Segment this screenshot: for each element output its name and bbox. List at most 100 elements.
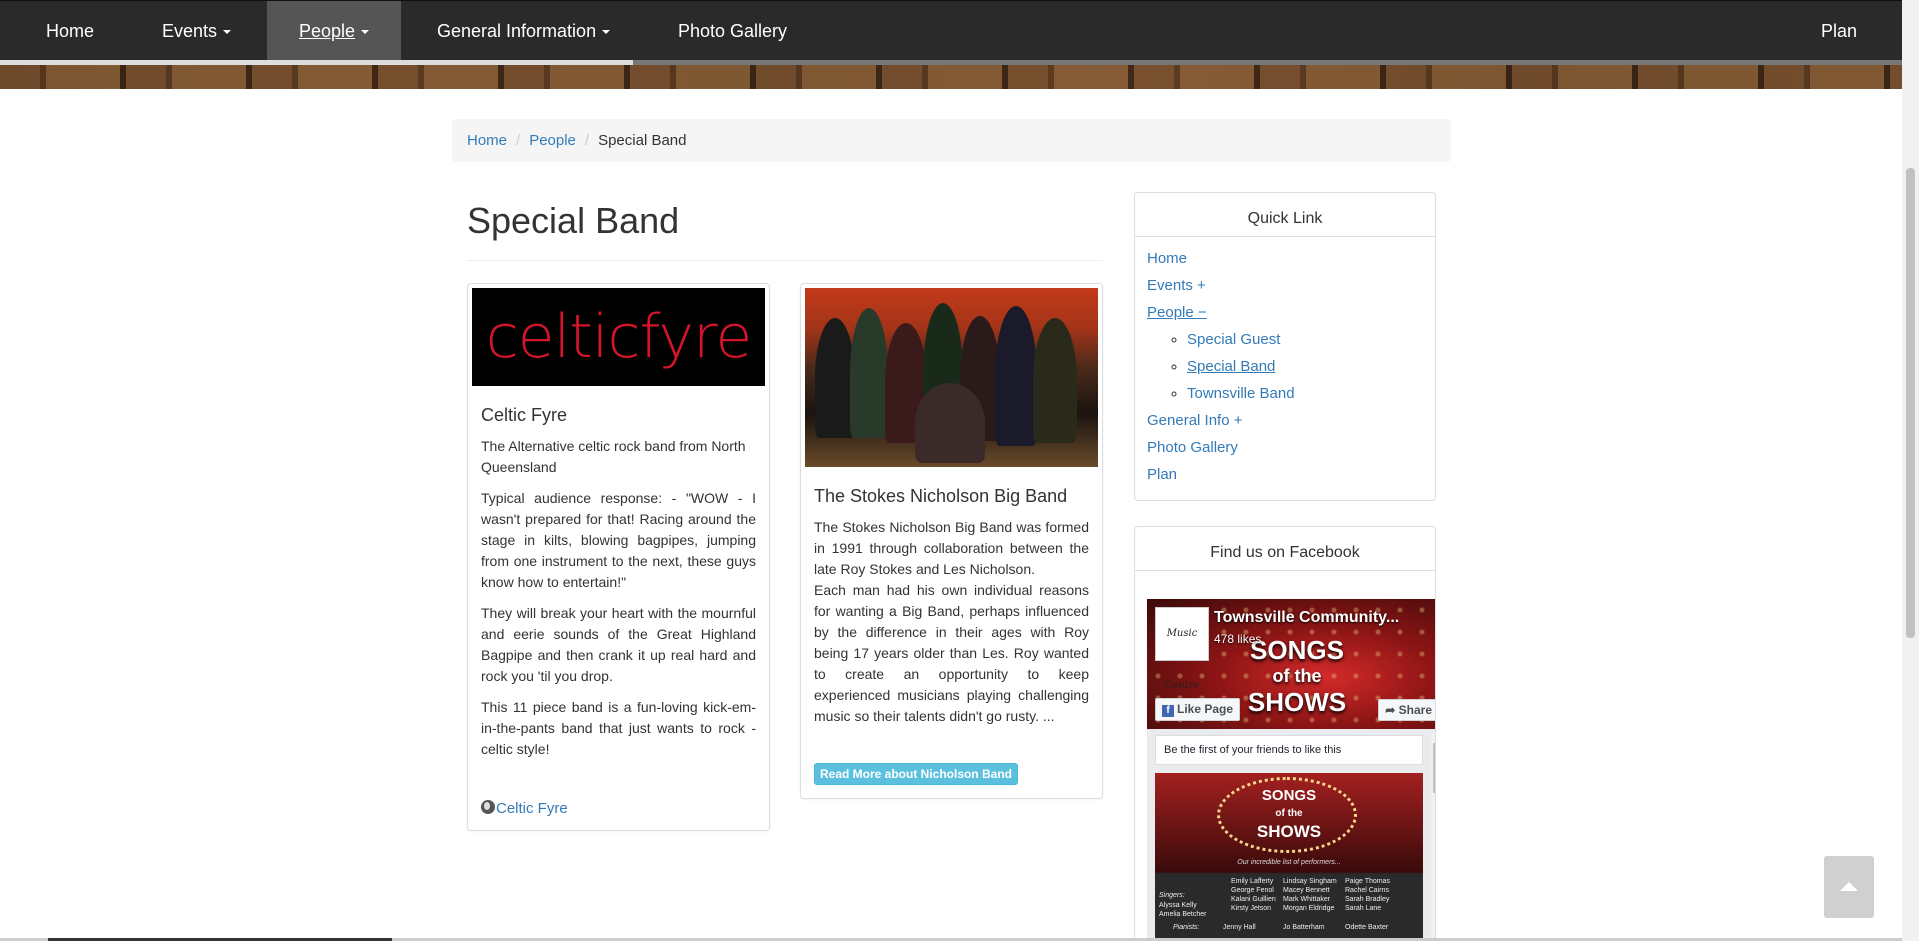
quick-link-general-info[interactable]: General Info + [1147, 412, 1242, 429]
poster-name: Rachel Cairns [1345, 887, 1389, 894]
quick-link-home[interactable]: Home [1147, 250, 1187, 267]
card-paragraph: This 11 piece band is a fun-loving kick-… [481, 699, 756, 757]
nav-events-label: Events [162, 21, 218, 41]
quick-link-townsville-band[interactable]: Townsville Band [1187, 385, 1295, 402]
page-scroll-thumb[interactable] [1906, 168, 1915, 638]
facebook-feed-scrollbar[interactable] [1431, 733, 1435, 941]
poster-name: Sarah Lane [1345, 905, 1382, 912]
quick-link-item: General Info + [1147, 407, 1423, 434]
scroll-progress-bar [0, 60, 1902, 65]
caret-down-icon [361, 30, 370, 35]
quick-link-people[interactable]: People − [1147, 304, 1207, 321]
poster-title-line: SONGS [1261, 787, 1317, 804]
read-more-nicholson-button[interactable]: Read More about Nicholson Band [814, 763, 1019, 785]
caret-down-icon [602, 30, 611, 35]
band-card-stokes-nicholson: The Stokes Nicholson Big Band The Stokes… [800, 283, 1103, 799]
card-body: Celtic Fyre The Alternative celtic rock … [472, 386, 765, 826]
poster-name: Kirsty Jetson [1231, 905, 1272, 912]
facebook-cover-image[interactable]: SONGS of the SHOWS Music Centre Townsvil… [1147, 599, 1435, 729]
poster-name: Paige Thomas [1345, 878, 1391, 885]
facebook-feed: Be the first of your friends to like thi… [1147, 729, 1435, 941]
quick-link-heading: Quick Link [1135, 193, 1435, 237]
facebook-page-name[interactable]: Townsville Community... [1214, 609, 1399, 627]
band-card-celtic-fyre: celticfyre Celtic Fyre The Alternative c… [467, 283, 770, 831]
title-divider [467, 260, 1103, 261]
poster-name: Kalani Guillien [1231, 896, 1276, 903]
quick-link-special-band[interactable]: Special Band [1187, 358, 1275, 375]
breadcrumb-people[interactable]: People [529, 132, 576, 149]
celtic-fyre-link-label: Celtic Fyre [496, 800, 568, 817]
facebook-panel: Find us on Facebook SONGS of the SHOWS M… [1134, 526, 1436, 941]
nav-plan[interactable]: Plan [1789, 1, 1889, 61]
quick-link-item: Home [1147, 245, 1423, 272]
poster-label: Singers: [1159, 892, 1185, 899]
facebook-like-page-button[interactable]: f Like Page [1155, 698, 1241, 721]
card-title: Celtic Fyre [481, 405, 568, 425]
facebook-heading: Find us on Facebook [1135, 527, 1435, 571]
poster-title-line: of the [1275, 808, 1303, 819]
card-body: The Stokes Nicholson Big Band The Stokes… [805, 467, 1098, 794]
card-paragraph: They will break your heart with the mour… [481, 605, 756, 684]
celtic-fyre-website-link[interactable]: Celtic Fyre [481, 800, 568, 817]
nav-home[interactable]: Home [14, 1, 126, 61]
nav-people[interactable]: People [267, 1, 402, 61]
facebook-post-poster[interactable]: SONGS of the SHOWS Our incredible list o… [1155, 773, 1423, 941]
poster-name: Mark Whittaker [1283, 896, 1331, 903]
poster-name: George Fenol [1231, 887, 1274, 894]
nav-general-information[interactable]: General Information [405, 1, 642, 61]
poster-name: Sarah Bradley [1345, 896, 1390, 903]
poster-name: Emily Lafferty [1231, 878, 1274, 885]
card-paragraph: The Stokes Nicholson Big Band was formed… [814, 519, 1089, 577]
share-label: Share [1398, 703, 1432, 717]
nav-events[interactable]: Events [130, 1, 263, 61]
quick-link-item: Plan [1147, 461, 1423, 488]
poster-name: Morgan Eldridge [1283, 905, 1335, 912]
celtic-fyre-logo-text: celticfyre [485, 302, 753, 372]
facebook-page-likes: 478 likes [1214, 632, 1262, 646]
scroll-progress-fill [0, 60, 634, 65]
main-navbar: Home Events People General Information P… [0, 0, 1902, 61]
page-title: Special Band [467, 200, 680, 241]
facebook-feed-scroll-thumb[interactable] [1433, 743, 1435, 793]
celtic-fyre-logo-image: celticfyre [472, 288, 765, 386]
quick-link-events[interactable]: Events + [1147, 277, 1206, 294]
card-paragraph: The Alternative celtic rock band from No… [481, 438, 746, 475]
facebook-page-avatar[interactable]: Music Centre [1155, 607, 1209, 691]
poster-title-line: SHOWS [1256, 822, 1322, 841]
breadcrumb-current: Special Band [598, 132, 687, 149]
nav-photo-gallery-label: Photo Gallery [678, 21, 788, 41]
poster-label: Pianists: [1173, 924, 1200, 931]
nav-home-label: Home [46, 21, 95, 41]
poster-name: Amelia Betcher [1159, 911, 1207, 918]
nav-photo-gallery[interactable]: Photo Gallery [646, 1, 819, 61]
breadcrumb-separator: / [516, 132, 521, 149]
card-paragraph: Typical audience response: - "WOW - I wa… [481, 490, 756, 590]
nav-people-label: People [299, 21, 356, 41]
like-page-label: Like Page [1177, 702, 1234, 716]
poster-title: SONGS of the SHOWS [1155, 787, 1423, 841]
quick-link-subitem: Townsville Band [1187, 380, 1423, 407]
poster-name: Macey Bennett [1283, 887, 1330, 894]
facebook-icon: f [1162, 705, 1174, 717]
facebook-page-plugin: SONGS of the SHOWS Music Centre Townsvil… [1135, 571, 1435, 941]
nav-general-information-label: General Information [437, 21, 597, 41]
quick-link-plan[interactable]: Plan [1147, 466, 1177, 483]
facebook-friends-text: Be the first of your friends to like thi… [1155, 735, 1423, 765]
facebook-share-button[interactable]: ➦ Share [1378, 699, 1435, 721]
quick-link-people-submenu: Special Guest Special Band Townsville Ba… [1147, 326, 1423, 407]
card-paragraph: Each man had his own individual reasons … [814, 582, 1089, 724]
page-scrollbar[interactable] [1902, 0, 1919, 941]
quick-link-list: Home Events + People − Special Guest Spe… [1135, 237, 1435, 500]
share-icon: ➦ [1385, 703, 1396, 717]
poster-name: Jenny Hall [1223, 924, 1256, 931]
quick-link-photo-gallery[interactable]: Photo Gallery [1147, 439, 1238, 456]
poster-name: Alyssa Kelly [1159, 902, 1197, 909]
poster-name: Jo Batterham [1283, 924, 1325, 931]
quick-link-special-guest[interactable]: Special Guest [1187, 331, 1280, 348]
poster-name: Odette Baxter [1345, 924, 1389, 931]
quick-link-item: Photo Gallery [1147, 434, 1423, 461]
breadcrumb-home[interactable]: Home [467, 132, 507, 149]
back-to-top-button[interactable] [1824, 856, 1874, 918]
poster-subtitle: Our incredible list of performers... [1237, 859, 1341, 866]
quick-link-subitem: Special Band [1187, 353, 1423, 380]
